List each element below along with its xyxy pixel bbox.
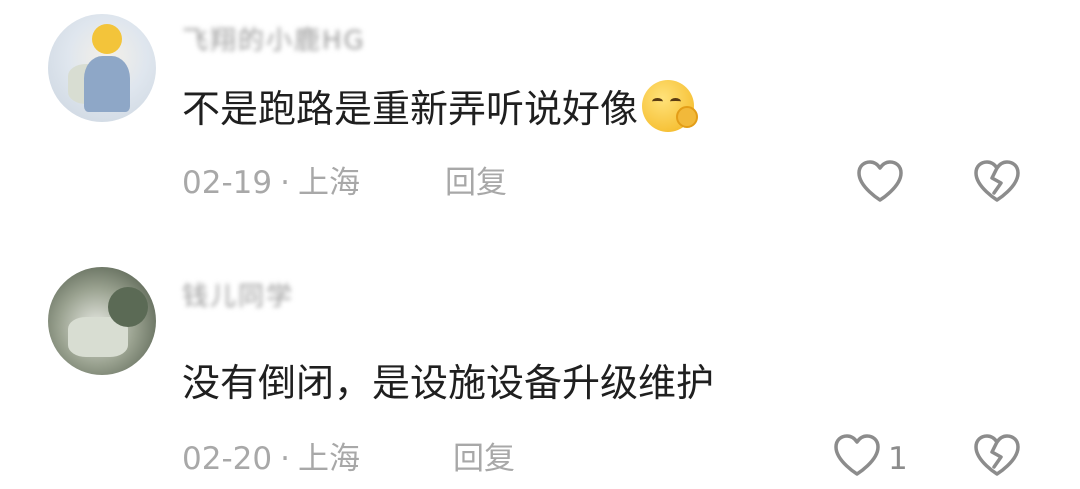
- broken-heart-icon[interactable]: [972, 159, 1022, 205]
- comment-body: 不是跑路是重新弄听说好像: [182, 87, 639, 131]
- comment-item: 钱儿同学 没有倒闭，是设施设备升级维护 02-20 · 上海 回复 1: [0, 245, 1080, 489]
- comment-location: 上海: [297, 441, 360, 477]
- comment-meta: 02-19 · 上海 回复: [182, 163, 507, 203]
- heart-icon[interactable]: [832, 433, 882, 479]
- comment-date: 02-19: [182, 165, 273, 201]
- meta-separator: ·: [280, 165, 290, 201]
- reply-button[interactable]: 回复: [453, 439, 515, 479]
- meta-separator: ·: [280, 441, 290, 477]
- comment-text: 没有倒闭，是设施设备升级维护: [182, 361, 715, 405]
- reply-button[interactable]: 回复: [445, 163, 507, 203]
- heart-icon[interactable]: [855, 159, 905, 205]
- comment-date: 02-20: [182, 441, 273, 477]
- shushing-face-emoji-icon: [642, 80, 699, 132]
- avatar[interactable]: [48, 14, 156, 122]
- username[interactable]: 飞翔的小鹿HG: [182, 24, 366, 58]
- broken-heart-icon[interactable]: [972, 433, 1022, 479]
- avatar[interactable]: [48, 267, 156, 375]
- comment-meta: 02-20 · 上海 回复: [182, 439, 515, 479]
- comment-location: 上海: [297, 165, 360, 201]
- comment-text: 不是跑路是重新弄听说好像: [182, 80, 699, 133]
- like-count: 1: [888, 441, 908, 477]
- username[interactable]: 钱儿同学: [182, 280, 294, 314]
- comment-item: 飞翔的小鹿HG 不是跑路是重新弄听说好像 02-19 · 上海 回复: [0, 0, 1080, 240]
